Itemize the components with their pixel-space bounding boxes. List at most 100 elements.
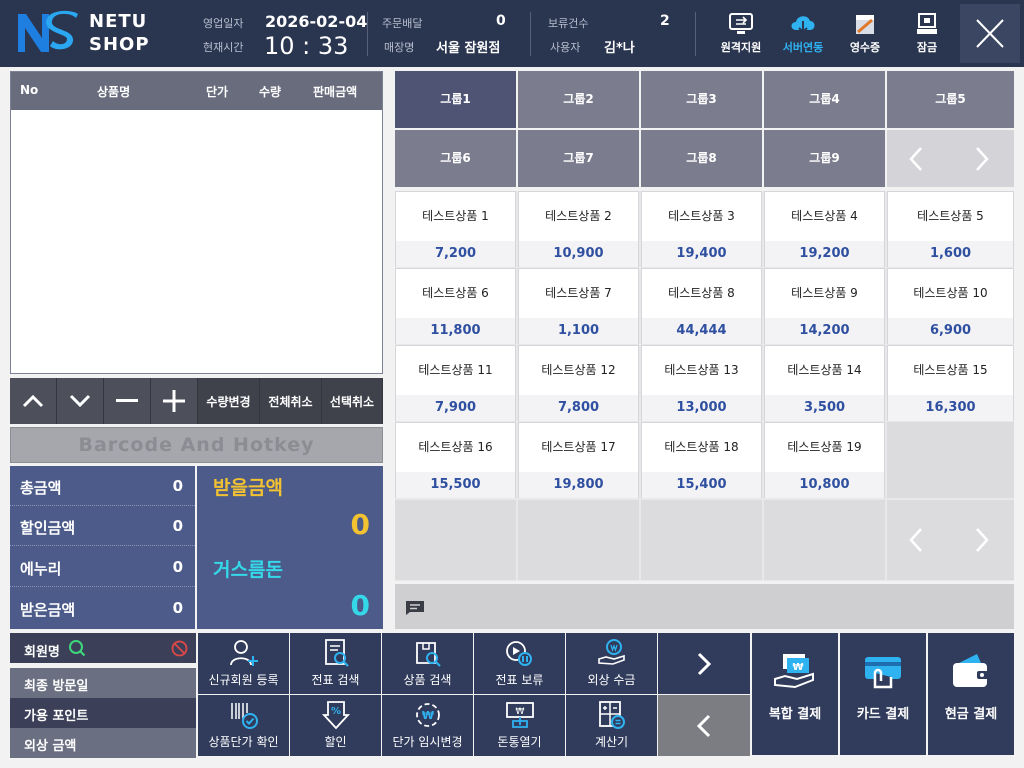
calculator-button[interactable]: 계산기 [566,695,657,756]
move-up-button[interactable] [10,378,57,424]
product-prev-icon[interactable] [907,527,925,553]
user-label: 사용자 [550,41,581,54]
group-next-icon[interactable] [973,146,991,172]
group-tab-2[interactable]: 그룹2 [518,71,639,128]
message-bar[interactable] [395,584,1014,629]
barcode-input[interactable]: Barcode And Hotkey [10,427,383,463]
col-product-name: 상품명 [97,85,131,99]
svg-text:₩: ₩ [421,709,433,722]
product-price: 16,300 [888,395,1013,421]
product-tile[interactable]: 테스트상품 14 3,500 [764,345,885,421]
product-tile[interactable]: 테스트상품 6 11,800 [395,268,516,344]
group-tab-6[interactable]: 그룹6 [395,130,516,187]
product-name: 테스트상품 6 [422,286,489,300]
remote-support-button[interactable]: 원격지원 [710,12,772,55]
col-no: No [20,83,39,97]
group-prev-icon[interactable] [907,146,925,172]
product-tile[interactable]: 테스트상품 13 13,000 [641,345,762,421]
group-tab-9[interactable]: 그룹9 [764,130,885,187]
group-tab-3[interactable]: 그룹3 [641,71,762,128]
cash-drawer-label: 돈통열기 [497,735,542,749]
qty-change-button[interactable]: 수량변경 [198,378,260,424]
business-date: 2026-02-04 [265,12,368,31]
points-row: 가용 포인트 [10,698,196,728]
receipt-button[interactable]: 영수증 [834,12,896,55]
close-button[interactable] [960,4,1020,63]
receipt-icon [856,15,874,34]
product-next-icon[interactable] [973,527,991,553]
product-tile[interactable]: 테스트상품 11 7,900 [395,345,516,421]
slip-hold-button[interactable]: 전표 보류 [474,633,565,694]
product-search-button[interactable]: 상품 검색 [382,633,473,694]
group-tab-1[interactable]: 그룹1 [395,71,516,128]
cancel-selected-button[interactable]: 선택취소 [322,378,383,424]
product-tile[interactable]: 테스트상품 8 44,444 [641,268,762,344]
function-prev-button[interactable] [658,695,750,756]
discount-label: 할인 [324,735,347,749]
amount-due-panel: 받을금액 0 거스름돈 0 [197,466,383,629]
complex-payment-button[interactable]: ₩ 복합 결제 [752,633,838,755]
last-visit-label: 최종 방문일 [24,679,89,694]
remote-support-icon [729,13,753,34]
product-tile[interactable]: 테스트상품 12 7,800 [518,345,639,421]
order-delivery-count: 0 [496,13,506,29]
function-next-button[interactable] [658,633,750,694]
price-check-button[interactable]: 상품단가 확인 [198,695,289,756]
cart-table-header: No 상품명 단가 수량 판매금액 [11,72,382,110]
product-tile[interactable]: 테스트상품 16 15,500 [395,422,516,498]
temp-price-label: 단가 임시변경 [392,735,463,749]
group-tab-7[interactable]: 그룹7 [518,130,639,187]
product-price: 6,900 [888,318,1013,344]
chevron-right-icon [697,652,712,676]
product-grid: 테스트상품 1 7,200 테스트상품 2 10,900 테스트상품 3 19,400 테스… [395,191,1014,581]
hold-count-label: 보류건수 [548,17,589,30]
product-tile[interactable]: 테스트상품 1 7,200 [395,191,516,267]
credit-collect-button[interactable]: 외상 수금 [566,633,657,694]
discount-label: 할인금액 [20,519,76,537]
product-name: 테스트상품 12 [541,363,616,377]
product-tile[interactable]: 테스트상품 5 1,600 [887,191,1014,267]
product-tile[interactable]: 테스트상품 3 19,400 [641,191,762,267]
credit-collect-label: 외상 수금 [587,673,636,687]
cash-drawer-button[interactable]: ₩ 돈통열기 [474,695,565,756]
product-tile[interactable]: 테스트상품 7 1,100 [518,268,639,344]
product-tile[interactable]: 테스트상품 17 19,800 [518,422,639,498]
group-tab-8[interactable]: 그룹8 [641,130,762,187]
member-search-icon[interactable] [68,639,86,657]
card-payment-icon [865,657,901,689]
discount-button[interactable]: % 할인 [290,695,381,756]
product-tile[interactable]: 테스트상품 10 6,900 [887,268,1014,344]
cancel-all-button[interactable]: 전체취소 [260,378,322,424]
new-member-button[interactable]: 신규회원 등록 [198,633,289,694]
slip-hold-label: 전표 보류 [495,673,544,687]
price-check-icon [230,703,258,729]
product-tile[interactable]: 테스트상품 4 19,200 [764,191,885,267]
member-name-row[interactable]: 회원명 [10,633,196,663]
product-tile[interactable]: 테스트상품 18 15,400 [641,422,762,498]
price-check-label: 상품단가 확인 [208,735,279,749]
chevron-down-icon [69,394,91,408]
product-tile[interactable]: 테스트상품 19 10,800 [764,422,885,498]
temp-price-button[interactable]: ₩ 단가 임시변경 [382,695,473,756]
lock-button[interactable]: 잠금 [896,12,958,55]
increase-qty-button[interactable] [151,378,198,424]
card-payment-button[interactable]: 카드 결제 [840,633,926,755]
discount-icon: % [321,701,350,730]
cart-table[interactable]: No 상품명 단가 수량 판매금액 [10,71,383,374]
cash-payment-button[interactable]: 현금 결제 [928,633,1014,755]
product-tile[interactable]: 테스트상품 2 10,900 [518,191,639,267]
slip-search-button[interactable]: 전표 검색 [290,633,381,694]
to-receive-label: 받을금액 [213,477,283,499]
product-tile[interactable]: 테스트상품 15 16,300 [887,345,1014,421]
group-tab-4[interactable]: 그룹4 [764,71,885,128]
member-clear-icon[interactable] [171,640,188,657]
current-time-label: 현재시간 [203,41,244,54]
move-down-button[interactable] [57,378,104,424]
decrease-qty-button[interactable] [104,378,151,424]
server-sync-button[interactable]: 서버연동 [772,12,834,55]
member-name-label: 회원명 [24,645,60,660]
group-tab-5[interactable]: 그룹5 [887,71,1014,128]
product-tile[interactable]: 테스트상품 9 14,200 [764,268,885,344]
product-price: 19,800 [519,472,638,498]
cash-payment-icon [953,654,989,687]
